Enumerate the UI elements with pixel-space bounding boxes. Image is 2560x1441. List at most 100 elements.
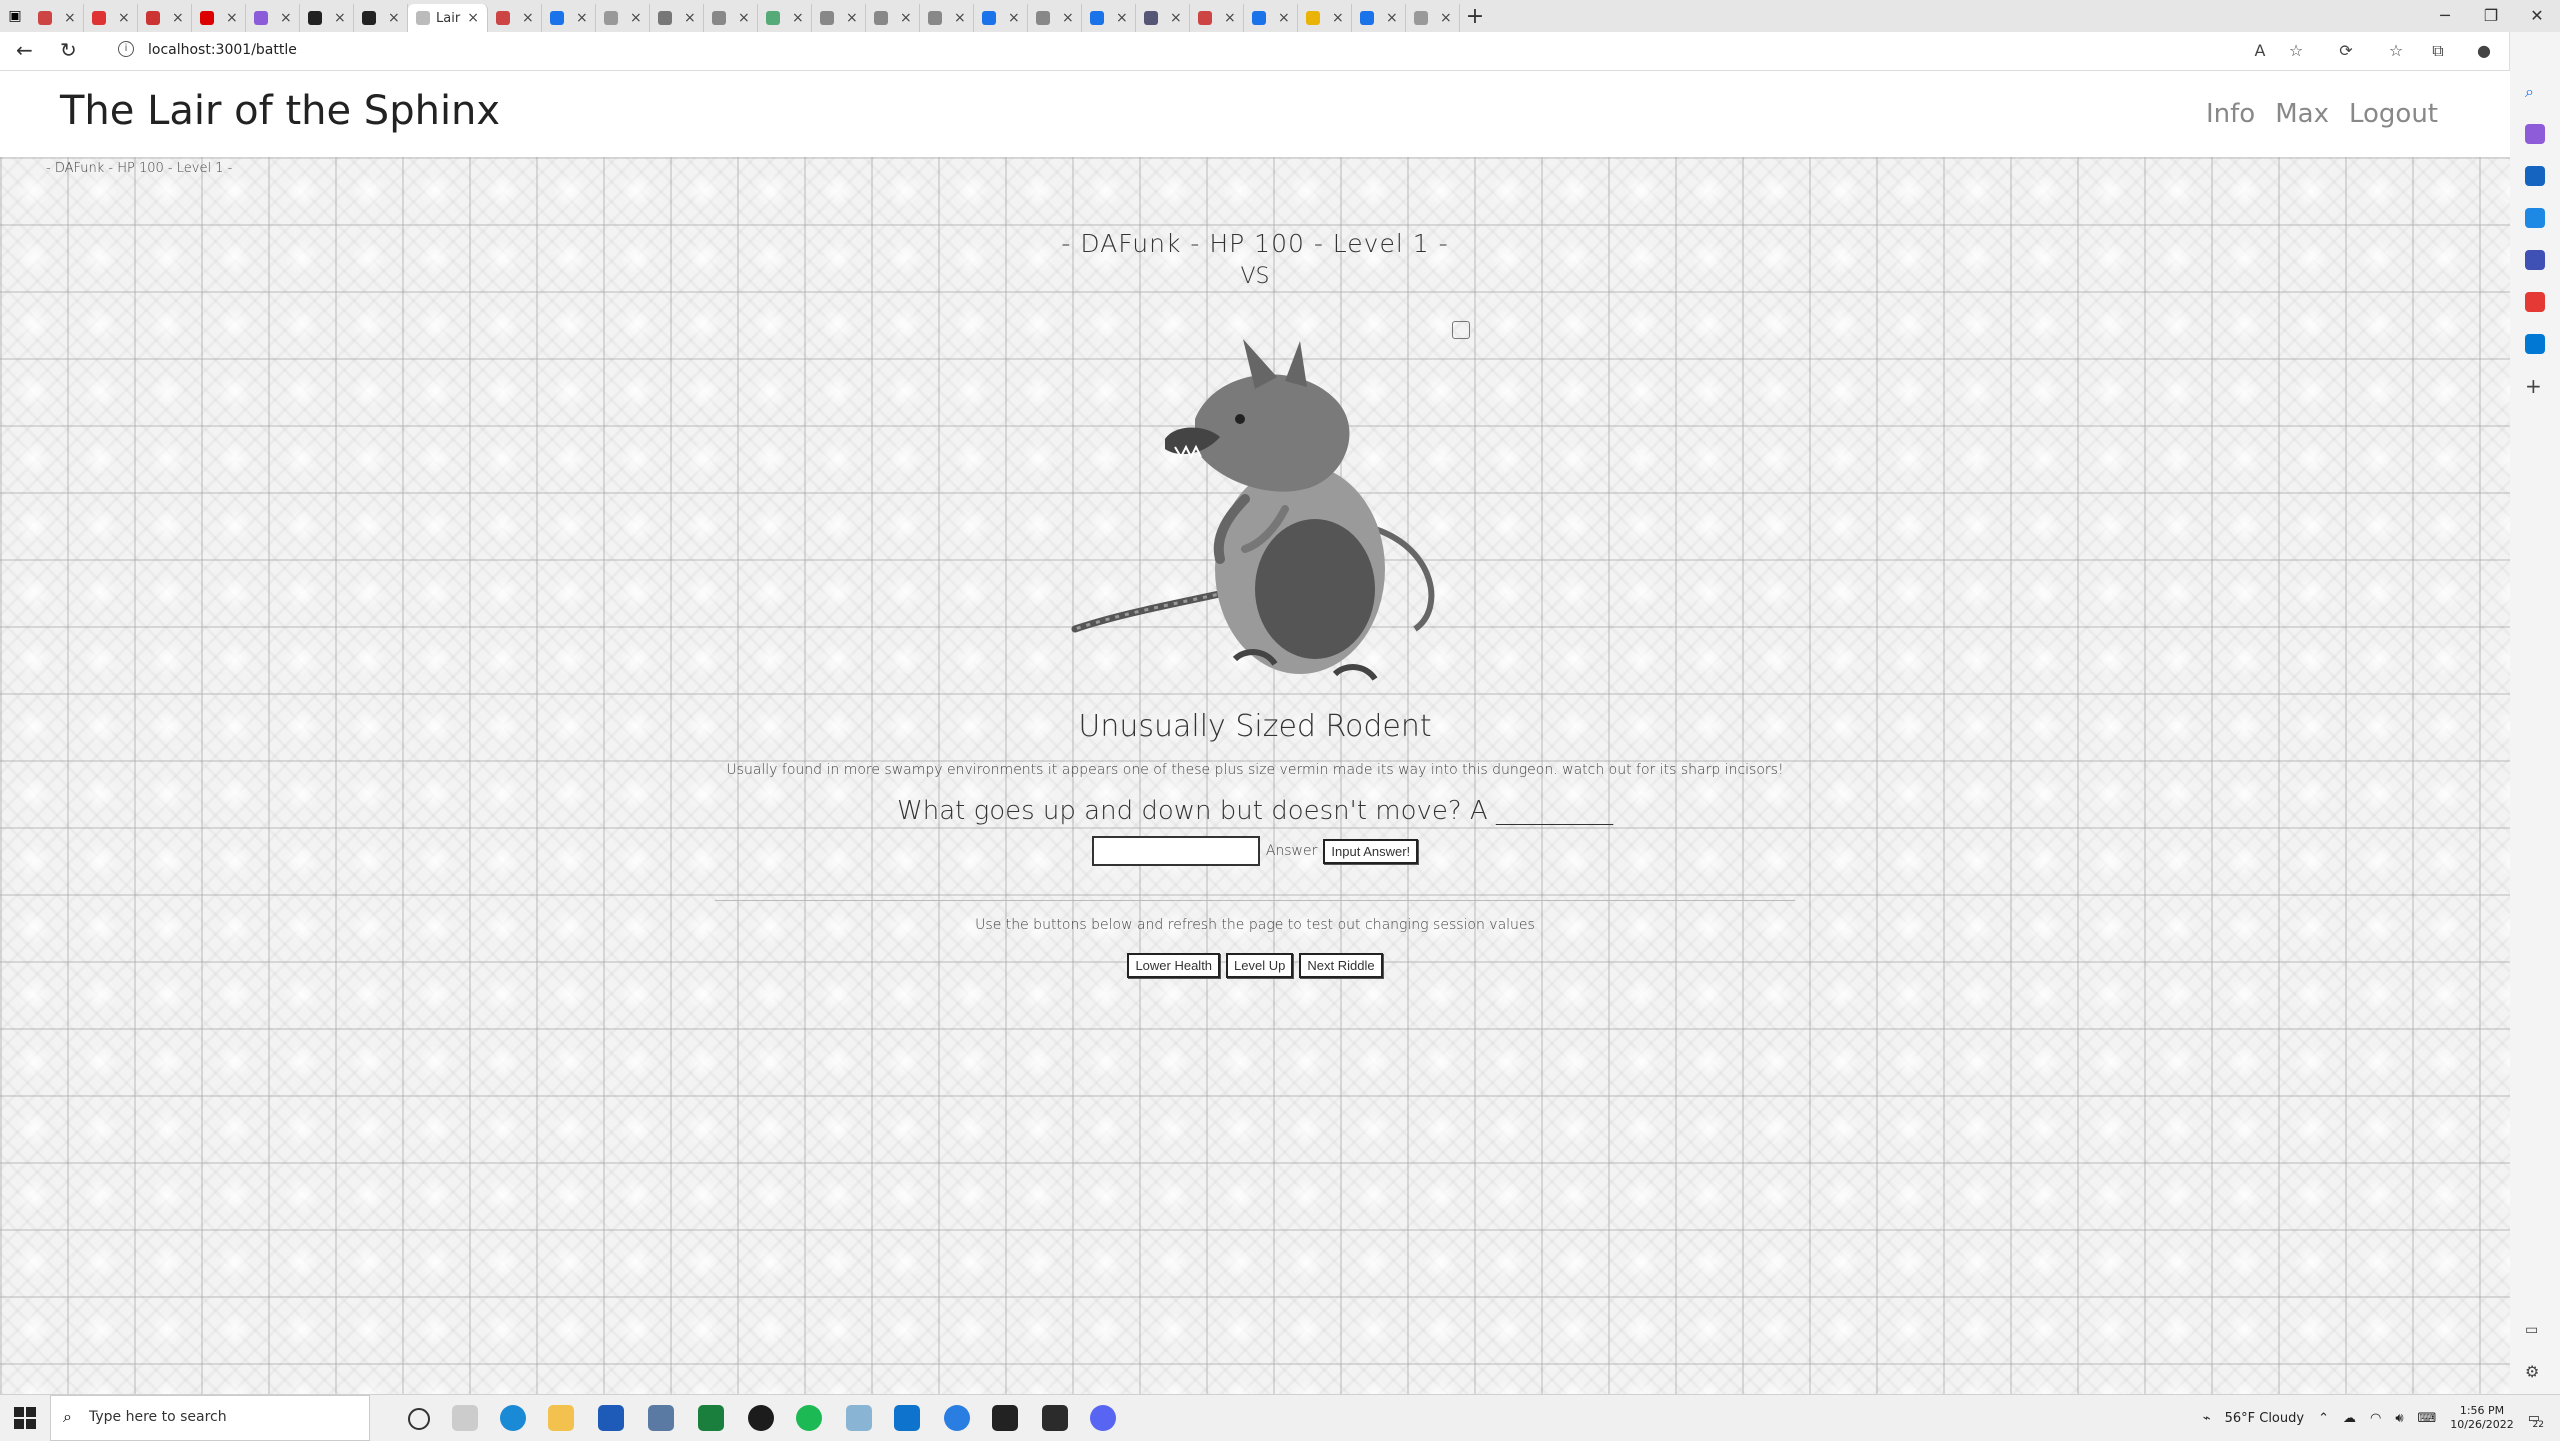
settings-gear-icon[interactable]: ⚙ [2525, 1362, 2545, 1382]
next-riddle-button[interactable]: Next Riddle [1299, 953, 1383, 978]
file-explorer-icon[interactable] [548, 1405, 574, 1431]
browser-tab[interactable]: Dep× [812, 4, 866, 32]
browser-tab[interactable]: Doc× [300, 4, 354, 32]
browser-tab[interactable]: htm× [1406, 4, 1460, 32]
hide-sidebar-icon[interactable]: ▭ [2525, 1322, 2545, 1342]
tab-close-icon[interactable]: × [226, 10, 238, 26]
volume-icon[interactable]: 🔊︎ [2395, 1411, 2403, 1426]
tab-close-icon[interactable]: × [172, 10, 184, 26]
collections-icon[interactable]: ⧉ [2428, 41, 2448, 61]
browser-tab[interactable]: Elite× [246, 4, 300, 32]
tab-close-icon[interactable]: × [1116, 10, 1128, 26]
browser-tab[interactable]: nod× [650, 4, 704, 32]
site-info-icon[interactable]: i [118, 41, 134, 57]
terminal-icon[interactable] [992, 1405, 1018, 1431]
nav-user-link[interactable]: Max [2275, 99, 2329, 129]
browser-tab[interactable]: Gett× [1298, 4, 1352, 32]
tab-close-icon[interactable]: × [684, 10, 696, 26]
xbox-icon[interactable] [698, 1405, 724, 1431]
browser-tab[interactable]: (1) I× [974, 4, 1028, 32]
add-sidebar-icon[interactable]: + [2525, 374, 2545, 398]
store-icon[interactable] [598, 1405, 624, 1431]
browser-tab[interactable]: Pos× [758, 4, 812, 32]
office-icon[interactable] [2525, 292, 2545, 312]
browser-tab[interactable]: (1) c× [1352, 4, 1406, 32]
favorites-icon[interactable]: ☆ [2386, 41, 2406, 61]
tab-close-icon[interactable]: × [280, 10, 292, 26]
browser-tab[interactable]: Her× [866, 4, 920, 32]
tab-close-icon[interactable]: × [1008, 10, 1020, 26]
copilot-icon[interactable] [2525, 124, 2545, 144]
answer-input[interactable] [1091, 836, 1260, 866]
page-title[interactable]: The Lair of the Sphinx [60, 88, 500, 134]
restore-button[interactable]: ❐ [2468, 0, 2514, 32]
games-icon[interactable] [2525, 250, 2545, 270]
tools-icon[interactable] [2525, 208, 2545, 228]
tab-close-icon[interactable]: × [334, 10, 346, 26]
tab-close-icon[interactable]: × [1332, 10, 1344, 26]
terminal-2-icon[interactable] [1042, 1405, 1068, 1431]
vscode-icon[interactable] [894, 1405, 920, 1431]
tab-close-icon[interactable]: × [1278, 10, 1290, 26]
discord-icon[interactable] [1090, 1405, 1116, 1431]
browser-tab[interactable]: nod× [488, 4, 542, 32]
keyboard-icon[interactable]: ⌨ [2418, 1411, 2437, 1426]
extensions-icon[interactable]: ⟳ [2336, 41, 2356, 61]
tab-close-icon[interactable]: × [388, 10, 400, 26]
windows-start-icon[interactable] [14, 1407, 36, 1429]
browser-tab[interactable]: Dep× [704, 4, 758, 32]
browser-tab[interactable]: Pers× [1028, 4, 1082, 32]
browser-tab[interactable]: (1) I× [542, 4, 596, 32]
weather-widget[interactable]: 56°F Cloudy [2225, 1411, 2304, 1426]
tab-close-icon[interactable]: × [1062, 10, 1074, 26]
browser-tab[interactable]: npm× [1082, 4, 1136, 32]
mail-icon[interactable] [648, 1405, 674, 1431]
tab-close-icon[interactable]: × [954, 10, 966, 26]
minimize-button[interactable]: ─ [2422, 0, 2468, 32]
browser-tab[interactable]: Add× [138, 4, 192, 32]
outlook-icon[interactable] [2525, 334, 2545, 354]
nav-info-link[interactable]: Info [2206, 99, 2255, 129]
level-up-button[interactable]: Level Up [1226, 953, 1294, 978]
url-field[interactable]: localhost:3001/battle [148, 42, 297, 58]
tab-close-icon[interactable]: × [467, 10, 479, 26]
favorite-add-icon[interactable]: ☆ [2286, 41, 2306, 61]
taskbar-clock[interactable]: 1:56 PM 10/26/2022 [2450, 1404, 2513, 1432]
taskbar-search-box[interactable]: ⌕ Type here to search [50, 1395, 370, 1441]
app-icon[interactable] [846, 1405, 872, 1431]
browser-tab[interactable]: Lair × [408, 4, 488, 32]
input-answer-button[interactable]: Input Answer! [1323, 838, 1419, 864]
shopping-icon[interactable] [2525, 166, 2545, 186]
read-aloud-icon[interactable]: A [2250, 41, 2270, 61]
nav-logout-link[interactable]: Logout [2349, 99, 2438, 129]
tab-close-icon[interactable]: × [738, 10, 750, 26]
cortana-icon[interactable] [408, 1408, 430, 1430]
razer-icon[interactable] [748, 1405, 774, 1431]
back-icon[interactable]: ← [16, 38, 33, 62]
task-view-icon[interactable] [452, 1405, 478, 1431]
spotify-icon[interactable] [796, 1405, 822, 1431]
tab-close-icon[interactable]: × [792, 10, 804, 26]
browser-tab[interactable]: (1) I× [1244, 4, 1298, 32]
lower-health-button[interactable]: Lower Health [1127, 953, 1221, 978]
search-icon[interactable]: ⌕ [2525, 82, 2545, 102]
browser-tab[interactable]: Crea× [354, 4, 408, 32]
close-window-button[interactable]: ✕ [2514, 0, 2560, 32]
browser-tab[interactable]: mo× [1190, 4, 1244, 32]
tab-actions-icon[interactable]: ▣ [0, 8, 30, 24]
browser-tab[interactable]: Ora× [84, 4, 138, 32]
sync-icon[interactable] [944, 1405, 970, 1431]
tab-close-icon[interactable]: × [118, 10, 130, 26]
tab-close-icon[interactable]: × [630, 10, 642, 26]
tab-close-icon[interactable]: × [1386, 10, 1398, 26]
onedrive-icon[interactable]: ☁ [2343, 1411, 2356, 1426]
network-activity-icon[interactable]: ⌁ [2203, 1411, 2211, 1426]
refresh-icon[interactable]: ↻ [60, 38, 77, 62]
wifi-icon[interactable]: ◠ [2370, 1411, 2381, 1426]
tab-close-icon[interactable]: × [576, 10, 588, 26]
tray-overflow-icon[interactable]: ⌃ [2318, 1411, 2329, 1426]
tab-close-icon[interactable]: × [1440, 10, 1452, 26]
browser-tab[interactable]: Top× [1136, 4, 1190, 32]
tab-close-icon[interactable]: × [1170, 10, 1182, 26]
browser-tab[interactable]: Gra× [30, 4, 84, 32]
